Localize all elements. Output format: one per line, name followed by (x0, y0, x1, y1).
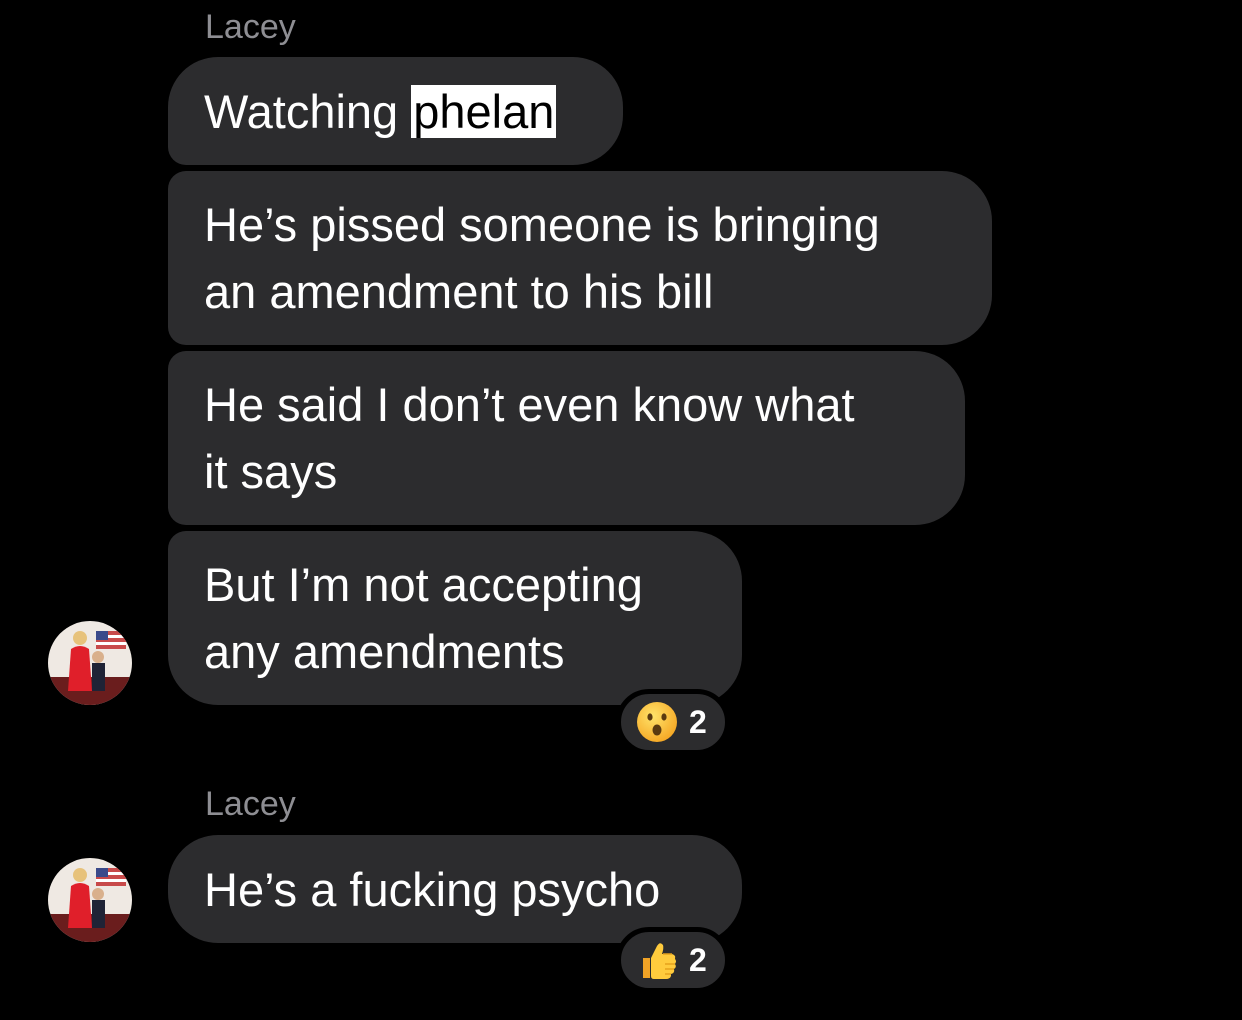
astonished-face-icon (637, 702, 677, 742)
reaction-count: 2 (689, 703, 707, 740)
sender-name: Lacey (205, 8, 296, 46)
message-line: an amendment to his bill (204, 265, 714, 318)
message-line: it says (204, 445, 338, 498)
reaction-count: 2 (689, 941, 707, 978)
message-bubble[interactable]: But I’m not accepting any amendments (168, 531, 742, 705)
message-bubble[interactable]: Watching phelan (168, 57, 623, 165)
thumbs-up-icon (643, 943, 676, 979)
message-line: He’s pissed someone is bringing (204, 198, 880, 251)
avatar-photo (48, 858, 132, 942)
message-bubble[interactable]: He’s pissed someone is bringing an amend… (168, 171, 992, 345)
reaction-badge[interactable]: 2 (616, 689, 730, 755)
avatar-photo (48, 621, 132, 705)
reaction-badge[interactable]: 2 (616, 927, 730, 993)
message-text: Watching (204, 85, 412, 138)
sender-name: Lacey (205, 785, 296, 823)
message-line: any amendments (204, 625, 565, 678)
avatar[interactable] (48, 621, 132, 705)
message-line: He said I don’t even know what (204, 378, 855, 431)
highlighted-text: phelan (411, 85, 557, 138)
message-line: But I’m not accepting (204, 558, 643, 611)
message-bubble[interactable]: He said I don’t even know what it says (168, 351, 965, 525)
message-line: He’s a fucking psycho (204, 863, 661, 916)
avatar[interactable] (48, 858, 132, 942)
